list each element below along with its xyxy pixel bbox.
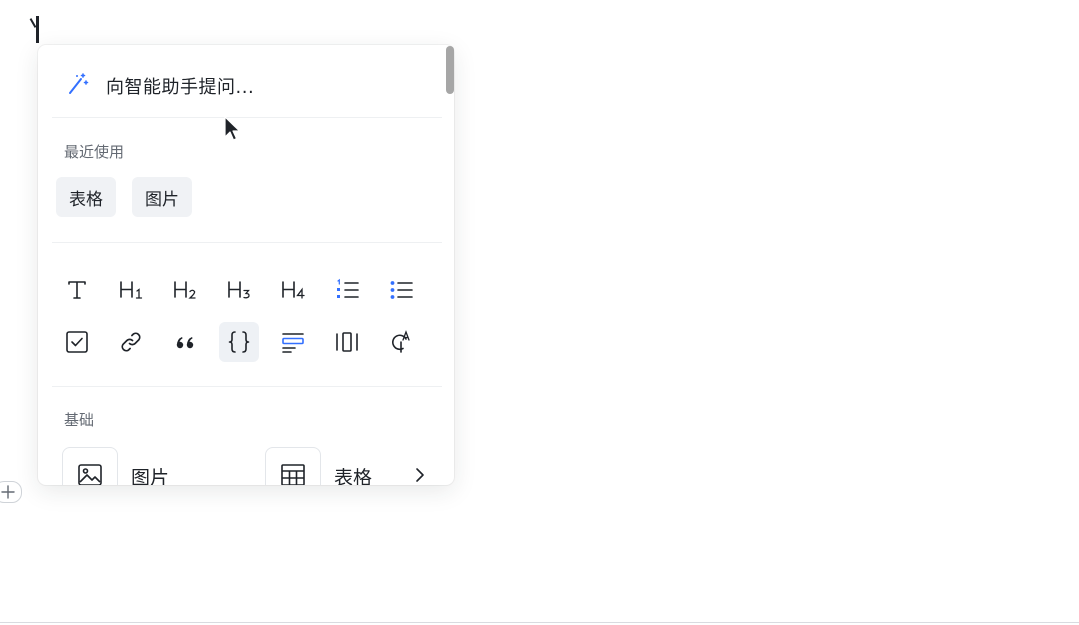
mention-icon (392, 330, 410, 353)
basic-table-label[interactable]: 表格 (334, 463, 372, 485)
quote-icon (176, 337, 194, 349)
basic-image-tile[interactable] (62, 447, 118, 485)
block-callout-button[interactable] (273, 322, 313, 362)
ask-ai-assistant-button[interactable]: 向智能助手提问... (66, 71, 254, 101)
heading-3-icon (228, 281, 250, 299)
bullet-list-icon (390, 281, 413, 299)
recent-item-table[interactable]: 表格 (56, 177, 116, 217)
block-columns-button[interactable] (327, 322, 367, 362)
divider (0, 622, 1079, 623)
recent-section-title: 最近使用 (64, 143, 125, 161)
mouse-pointer-icon (224, 116, 241, 141)
text-caret (29, 16, 40, 43)
basic-section-title: 基础 (64, 411, 95, 429)
heading-4-icon (282, 281, 305, 299)
image-icon (78, 464, 102, 485)
link-icon (121, 332, 141, 352)
block-quote-button[interactable] (165, 322, 205, 362)
block-text-button[interactable] (57, 270, 97, 310)
table-icon (281, 464, 305, 485)
add-block-button[interactable] (0, 481, 22, 503)
plus-icon (1, 485, 15, 499)
magic-wand-icon (66, 72, 90, 100)
code-block-icon (228, 331, 250, 353)
divider (52, 242, 442, 243)
block-code-button[interactable] (219, 322, 259, 362)
block-heading-4-button[interactable] (273, 270, 313, 310)
chevron-right-icon[interactable] (410, 463, 430, 485)
checkbox-icon (66, 331, 88, 353)
block-link-button[interactable] (111, 322, 151, 362)
block-mention-button[interactable] (381, 322, 421, 362)
callout-icon (282, 333, 304, 353)
recent-item-image[interactable]: 图片 (132, 177, 192, 217)
columns-icon (336, 332, 358, 352)
ask-ai-label: 向智能助手提问... (106, 77, 255, 98)
basic-table-tile[interactable] (265, 447, 321, 485)
block-todo-button[interactable] (57, 322, 97, 362)
slash-command-menu: 向智能助手提问... 最近使用 表格 图片 基础 图片 表格 (38, 45, 454, 485)
ordered-list-icon (337, 278, 359, 298)
block-heading-2-button[interactable] (165, 270, 205, 310)
block-heading-1-button[interactable] (111, 270, 151, 310)
heading-1-icon (120, 281, 143, 299)
text-icon (68, 281, 86, 299)
heading-2-icon (174, 281, 196, 299)
menu-scrollbar[interactable] (446, 46, 454, 94)
block-ordered-list-button[interactable] (327, 270, 367, 310)
divider (52, 386, 442, 387)
divider (52, 117, 442, 118)
block-bullet-list-button[interactable] (381, 270, 421, 310)
block-heading-3-button[interactable] (219, 270, 259, 310)
basic-image-label[interactable]: 图片 (131, 463, 169, 485)
